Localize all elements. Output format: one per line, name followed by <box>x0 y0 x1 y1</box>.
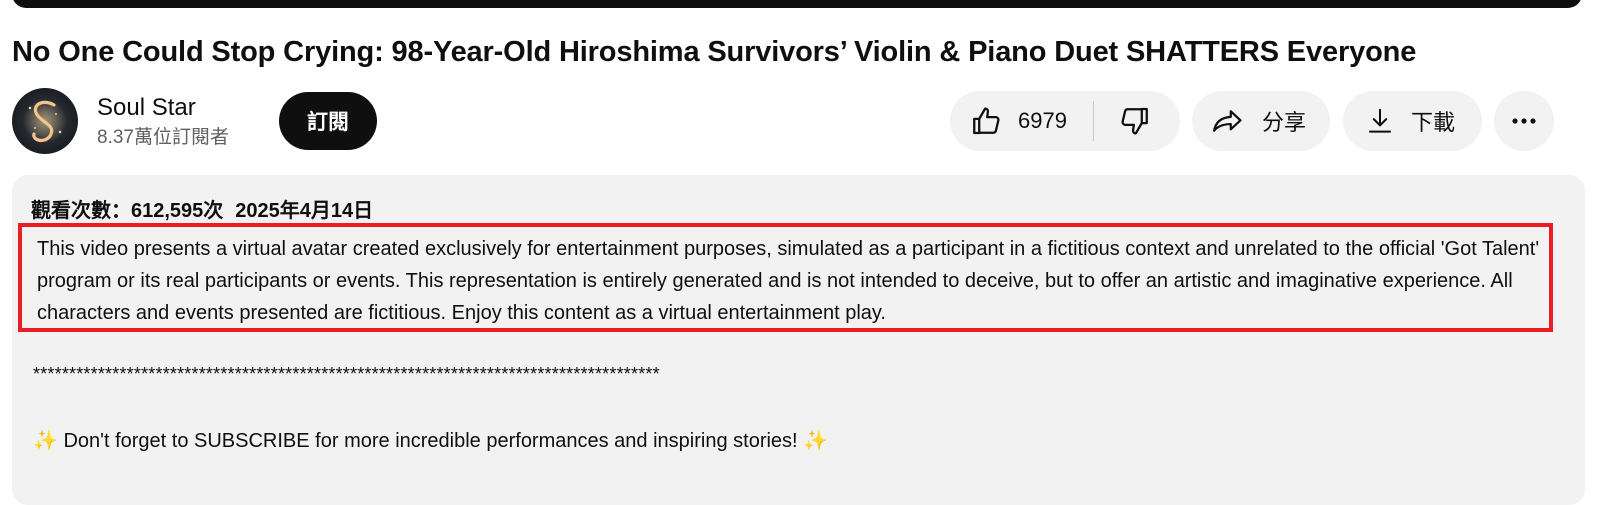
view-date-info: 觀看次數：612,595次 2025年4月14日 <box>31 198 373 224</box>
like-count: 6979 <box>1018 108 1067 133</box>
disclaimer-text: This video presents a virtual avatar cre… <box>37 238 1540 324</box>
description-panel[interactable]: 觀看次數：612,595次 2025年4月14日 This video prese… <box>12 175 1585 505</box>
like-button[interactable]: 6979 <box>950 91 1093 151</box>
thumb-down-icon <box>1117 104 1151 138</box>
avatar-sparkle-s-icon <box>23 99 67 143</box>
channel-avatar[interactable] <box>12 88 78 154</box>
disclaimer-highlight-box: This video presents a virtual avatar cre… <box>18 223 1553 332</box>
dislike-button[interactable] <box>1094 91 1180 151</box>
share-button[interactable]: 分享 <box>1192 91 1330 151</box>
upload-date: 2025年4月14日 <box>235 200 374 222</box>
share-icon <box>1210 104 1246 138</box>
owner-row: Soul Star 8.37萬位訂閱者 訂閱 6979 分享 下載 <box>12 88 1587 154</box>
more-horizontal-icon <box>1510 117 1538 125</box>
download-icon <box>1365 105 1395 137</box>
more-actions-button[interactable] <box>1494 91 1554 151</box>
subscribe-button[interactable]: 訂閱 <box>279 92 377 150</box>
sparkles-icon: ✨ <box>803 430 829 452</box>
thumb-up-icon <box>970 104 1004 138</box>
download-label: 下載 <box>1411 110 1456 135</box>
channel-name[interactable]: Soul Star <box>97 94 196 122</box>
video-title: No One Could Stop Crying: 98-Year-Old Hi… <box>12 36 1417 68</box>
like-dislike-group: 6979 <box>950 91 1180 151</box>
view-count: 觀看次數：612,595次 <box>31 200 224 222</box>
subscriber-count: 8.37萬位訂閱者 <box>97 127 229 148</box>
share-label: 分享 <box>1262 110 1307 135</box>
video-player-bottom-edge <box>12 0 1582 8</box>
sparkles-icon: ✨ <box>33 430 58 452</box>
subscribe-reminder: ✨ Don't forget to SUBSCRIBE for more inc… <box>33 427 828 455</box>
separator-line: ****************************************… <box>33 364 660 384</box>
subscribe-reminder-text: Don't forget to SUBSCRIBE for more incre… <box>63 430 798 452</box>
download-button[interactable]: 下載 <box>1343 91 1482 151</box>
